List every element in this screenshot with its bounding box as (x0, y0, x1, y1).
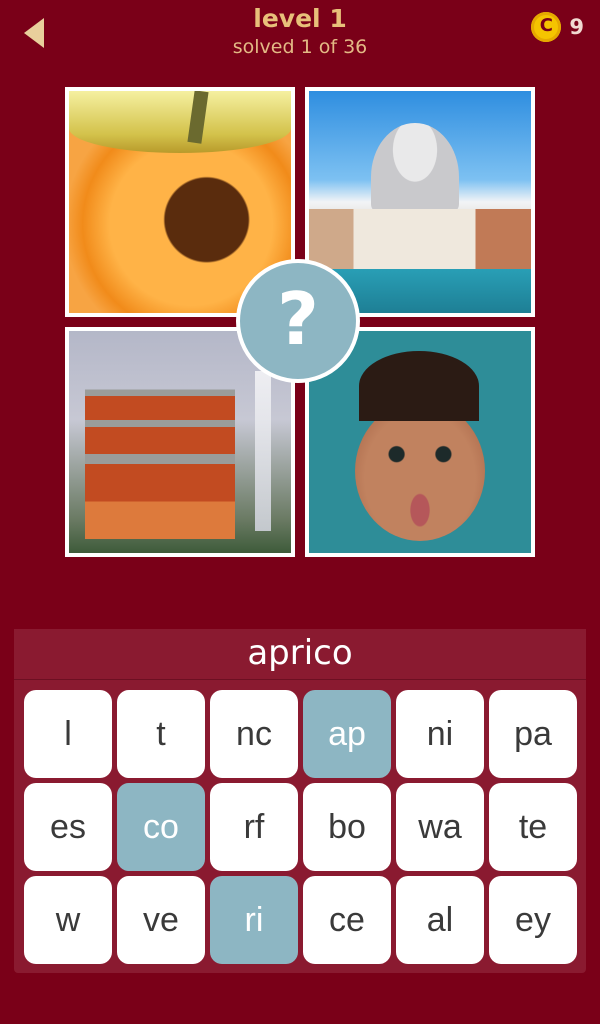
letter-key[interactable]: es (24, 783, 112, 871)
letter-key[interactable]: al (396, 876, 484, 964)
letter-key[interactable]: ce (303, 876, 391, 964)
letter-key-grid: l t nc ap ni pa es co rf bo wa te w ve r… (24, 690, 577, 965)
answer-bar[interactable]: aprico (14, 629, 586, 680)
letter-key[interactable]: l (24, 690, 112, 778)
letter-key[interactable]: t (117, 690, 205, 778)
letter-key[interactable]: pa (489, 690, 577, 778)
letter-key[interactable]: bo (303, 783, 391, 871)
letter-key[interactable]: wa (396, 783, 484, 871)
progress-subtitle: solved 1 of 36 (232, 36, 368, 58)
letter-key[interactable]: ey (489, 876, 577, 964)
letter-key[interactable]: te (489, 783, 577, 871)
header: level 1 solved 1 of 36 C 9 (0, 0, 600, 70)
letter-key[interactable]: rf (210, 783, 298, 871)
letter-key[interactable]: ve (117, 876, 205, 964)
letter-key[interactable]: nc (210, 690, 298, 778)
letter-key[interactable]: w (24, 876, 112, 964)
letter-key-used[interactable]: ri (210, 876, 298, 964)
question-mark-icon[interactable]: ? (236, 259, 360, 383)
letter-key-used[interactable]: ap (303, 690, 391, 778)
level-title: level 1 (253, 4, 347, 33)
coin-icon: C (531, 12, 562, 42)
coin-counter: C 9 (531, 12, 584, 42)
answer-panel: aprico l t nc ap ni pa es co rf bo wa te… (14, 629, 586, 973)
letter-key[interactable]: ni (396, 690, 484, 778)
coin-count: 9 (569, 15, 584, 39)
answer-text: aprico (247, 633, 353, 673)
letter-key-used[interactable]: co (117, 783, 205, 871)
